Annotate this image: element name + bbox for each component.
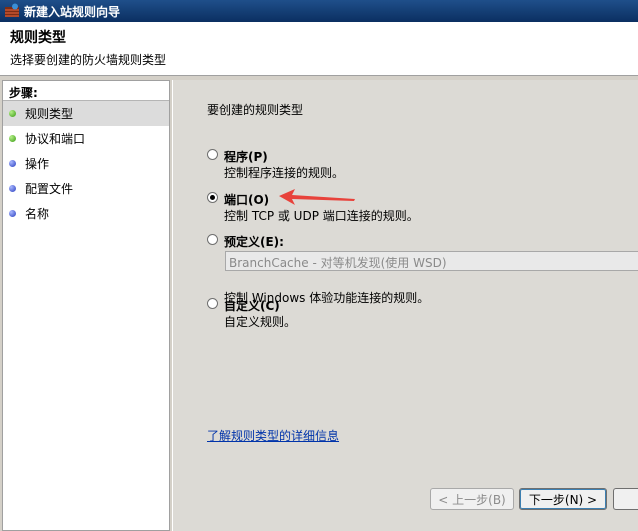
option-description: 控制程序连接的规则。 [224,166,345,180]
option-label[interactable]: 预定义(E): [224,233,284,250]
predefined-select[interactable]: BranchCache - 对等机发现(使用 WSD) [225,251,638,271]
port-radio[interactable] [207,192,218,203]
option-description: 控制 TCP 或 UDP 端口连接的规则。 [224,209,419,223]
option-description: 自定义规则。 [224,315,297,329]
step-pending-bullet-icon [9,185,16,192]
next-button[interactable]: 下一步(N) > [519,488,607,510]
rule-type-question: 要创建的规则类型 [207,103,304,117]
program-radio[interactable] [207,149,218,160]
step-label: 规则类型 [25,107,74,121]
page-subtitle: 选择要创建的防火墙规则类型 [10,53,167,67]
steps-sidebar: 步骤: 规则类型 协议和端口 操作 配置文件 名称 [2,80,170,531]
firewall-icon [4,3,20,19]
help-link[interactable]: 了解规则类型的详细信息 [207,427,339,444]
steps-label: 步骤: [3,81,169,101]
window-title: 新建入站规则向导 [24,4,121,19]
wizard-header: 规则类型 选择要创建的防火墙规则类型 [0,22,638,76]
step-done-bullet-icon [9,110,16,117]
cancel-button-partial[interactable] [613,488,638,510]
title-bar: 新建入站规则向导 [0,0,638,22]
predefined-radio[interactable] [207,234,218,245]
step-label: 名称 [25,207,50,221]
step-pending-bullet-icon [9,160,16,167]
step-protocol-port[interactable]: 协议和端口 [3,126,169,151]
step-name[interactable]: 名称 [3,201,169,226]
step-profile[interactable]: 配置文件 [3,176,169,201]
option-label[interactable]: 自定义(C) [224,297,280,314]
step-action[interactable]: 操作 [3,151,169,176]
step-label: 操作 [25,157,50,171]
page-title: 规则类型 [10,30,66,46]
custom-radio[interactable] [207,298,218,309]
annotation-arrow-icon [279,189,355,205]
option-label[interactable]: 端口(O) [224,191,269,208]
option-label[interactable]: 程序(P) [224,148,268,165]
step-done-bullet-icon [9,135,16,142]
back-button[interactable]: < 上一步(B) [430,488,514,510]
step-pending-bullet-icon [9,210,16,217]
step-rule-type[interactable]: 规则类型 [3,101,169,126]
step-label: 配置文件 [25,182,74,196]
step-label: 协议和端口 [25,132,86,146]
main-content: 要创建的规则类型 程序(P) 控制程序连接的规则。 端口(O) 控制 TCP 或… [172,80,638,531]
